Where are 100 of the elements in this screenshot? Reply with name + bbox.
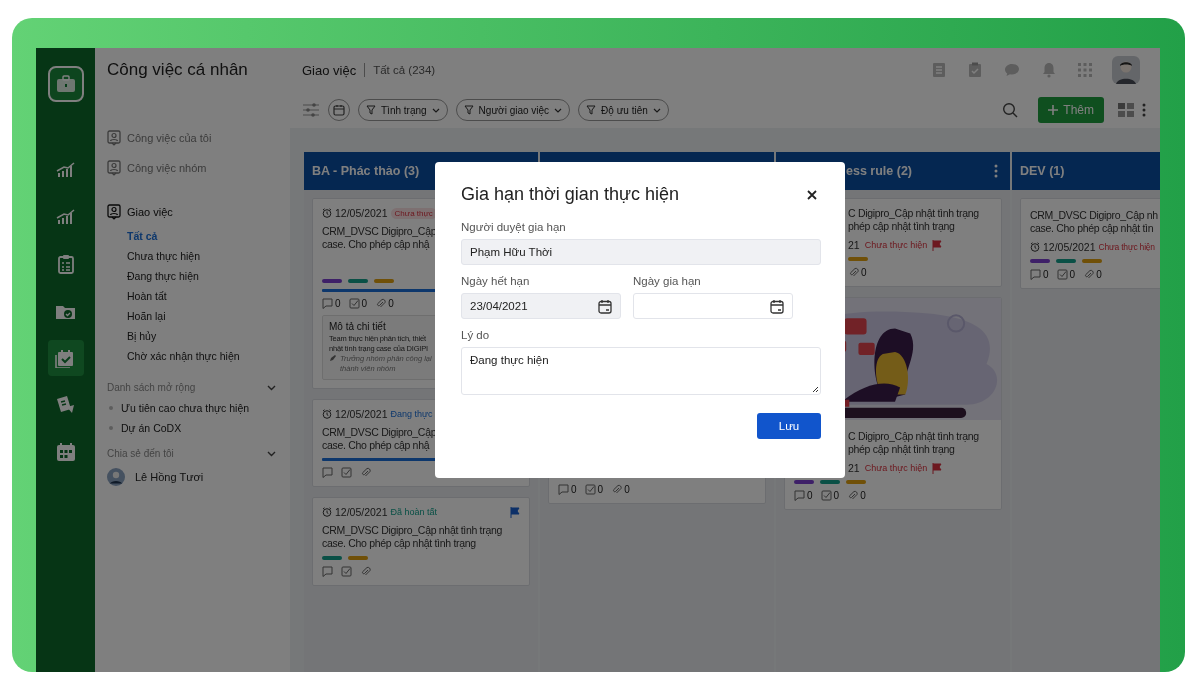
- task-title: case. Cho phép cập nhậ: [322, 439, 430, 452]
- paperclip-icon[interactable]: [360, 467, 371, 478]
- task-title: case. Cho phép cập nhật tìn: [1030, 222, 1154, 235]
- alarm-clock-icon: [322, 208, 332, 218]
- comment-icon[interactable]: [322, 298, 333, 309]
- checklist-icon[interactable]: [1056, 269, 1068, 280]
- comment-icon[interactable]: [558, 484, 569, 495]
- field-label: Ngày gia hạn: [633, 275, 702, 287]
- paperclip-icon[interactable]: [847, 490, 859, 501]
- checklist-icon[interactable]: [820, 490, 832, 501]
- apps-grid-icon[interactable]: [1078, 63, 1092, 77]
- nav-item[interactable]: Công việc của tôi: [107, 130, 278, 146]
- due-date: 21: [848, 462, 860, 474]
- count-value: 0: [597, 484, 604, 495]
- chevron-icon[interactable]: [267, 384, 276, 391]
- count-value: 0: [861, 267, 867, 278]
- flag-icon[interactable]: [510, 506, 520, 518]
- count-value: 0: [1096, 269, 1102, 280]
- comment-icon[interactable]: [322, 467, 333, 478]
- flag-icon[interactable]: [932, 239, 943, 251]
- count-value: 0: [833, 490, 840, 501]
- paperclip-icon[interactable]: [848, 267, 859, 278]
- plus-icon: [1048, 105, 1059, 115]
- task-title: CRM_DVSC Digipro_Cập nhật tình trạng: [322, 524, 503, 537]
- filter-dropdown[interactable]: Độ ưu tiên: [578, 99, 669, 121]
- calendar-icon[interactable]: [770, 298, 784, 314]
- rail-button[interactable]: [47, 340, 84, 376]
- list-link[interactable]: Ưu tiên cao chưa thực hiện: [121, 402, 250, 414]
- count-value: 0: [335, 298, 341, 309]
- flag-icon[interactable]: [932, 462, 943, 474]
- status-label: Chưa thực hiện: [1098, 242, 1155, 252]
- description-title: Mô tả chi tiết: [329, 321, 387, 332]
- clipboard-check-icon[interactable]: [968, 62, 982, 78]
- comment-icon[interactable]: [322, 566, 333, 577]
- due-date: 12/05/2021: [335, 408, 388, 420]
- nav-subitem[interactable]: Tất cả: [127, 230, 278, 242]
- person-name[interactable]: Lê Hồng Tươi: [135, 471, 204, 483]
- reason-field[interactable]: Đang thực hiện: [461, 347, 821, 395]
- chat-icon[interactable]: [1004, 63, 1020, 77]
- checklist-icon[interactable]: [584, 484, 596, 495]
- filter-dropdown[interactable]: Người giao việc: [455, 99, 571, 121]
- bell-icon[interactable]: [1042, 62, 1056, 78]
- task-card[interactable]: CRM_DVSC Digipro_Cập nh case. Cho phép cập nhật tìn 12/05/2021 Chưa thực hiện 0 0 0: [1020, 198, 1160, 289]
- nav-subitem[interactable]: Hoãn lại: [127, 310, 278, 322]
- task-card[interactable]: 12/05/2021 Đã hoàn tất CRM_DVSC Digipro_Cập nhật tình trạng case. Cho phép cập nhật tình trạng: [312, 497, 530, 586]
- chart-icon: [55, 161, 76, 179]
- page-title: Giao việc: [302, 62, 357, 78]
- column-title: BA - Phác thảo (3): [312, 164, 420, 178]
- due-date: 21: [848, 239, 860, 251]
- calendar-button[interactable]: [328, 99, 350, 121]
- task-title: C Digipro_Cập nhật tình trạng: [848, 430, 979, 443]
- status-label: Chưa thực hiện: [864, 240, 928, 250]
- comment-icon[interactable]: [794, 490, 805, 501]
- nav-subitem[interactable]: Bị hủy: [127, 330, 278, 342]
- more-icon[interactable]: [1142, 103, 1146, 117]
- field-label: Lý do: [461, 329, 491, 341]
- board-view-icon[interactable]: [1118, 103, 1134, 117]
- checklist-icon[interactable]: [341, 467, 352, 478]
- nav-item[interactable]: Giao việc: [107, 204, 278, 220]
- filter-icon: [463, 105, 474, 115]
- status-label: Chưa thực hiện: [864, 463, 928, 473]
- app-logo-icon[interactable]: [47, 66, 84, 102]
- paperclip-icon[interactable]: [611, 484, 623, 495]
- nav-subitem[interactable]: Chưa thực hiện: [127, 250, 278, 262]
- filter-settings-icon[interactable]: [302, 103, 320, 117]
- nav-subitem[interactable]: Chờ xác nhận thực hiện: [127, 350, 278, 362]
- checklist-icon[interactable]: [348, 298, 360, 309]
- person-card-icon: [107, 160, 121, 176]
- avatar-icon[interactable]: [1112, 56, 1140, 84]
- chevron-icon[interactable]: [267, 450, 276, 457]
- close-icon[interactable]: [807, 189, 817, 200]
- column-title: ess rule (2): [846, 164, 912, 178]
- task-title: phép cập nhật tình trạng: [848, 443, 955, 456]
- filter-icon: [586, 105, 597, 115]
- status-label: Đã hoàn tất: [390, 507, 438, 517]
- save-button[interactable]: Lưu: [757, 413, 821, 439]
- paperclip-icon[interactable]: [1083, 269, 1095, 280]
- nav-subitem[interactable]: Hoàn tất: [127, 290, 278, 302]
- field-label: Ngày hết hạn: [461, 275, 531, 287]
- due-date: 12/05/2021: [335, 207, 388, 219]
- count-value: 0: [1043, 269, 1049, 280]
- comment-icon[interactable]: [1030, 269, 1041, 280]
- caret-icon: [652, 107, 661, 113]
- filter-dropdown[interactable]: Tình trạng: [358, 99, 448, 121]
- add-button[interactable]: Thêm: [1038, 97, 1104, 123]
- resize-grip-icon[interactable]: [812, 386, 818, 392]
- count-value: 0: [361, 298, 368, 309]
- paperclip-icon[interactable]: [375, 298, 387, 309]
- paperclip-icon[interactable]: [360, 566, 371, 577]
- nav-item[interactable]: Công việc nhóm: [107, 160, 278, 176]
- checklist-icon[interactable]: [341, 566, 352, 577]
- alarm-clock-icon: [1030, 242, 1040, 252]
- search-icon[interactable]: [1002, 102, 1019, 118]
- nav-subitem[interactable]: Đang thực hiện: [127, 270, 278, 282]
- list-link[interactable]: Dự án CoDX: [121, 422, 182, 434]
- task-title: CRM_DVSC Digipro_Cập: [322, 426, 437, 439]
- date-field[interactable]: [633, 293, 793, 319]
- notebook-icon[interactable]: [932, 62, 946, 78]
- avatar-icon: [107, 468, 125, 486]
- more-icon[interactable]: [994, 164, 998, 178]
